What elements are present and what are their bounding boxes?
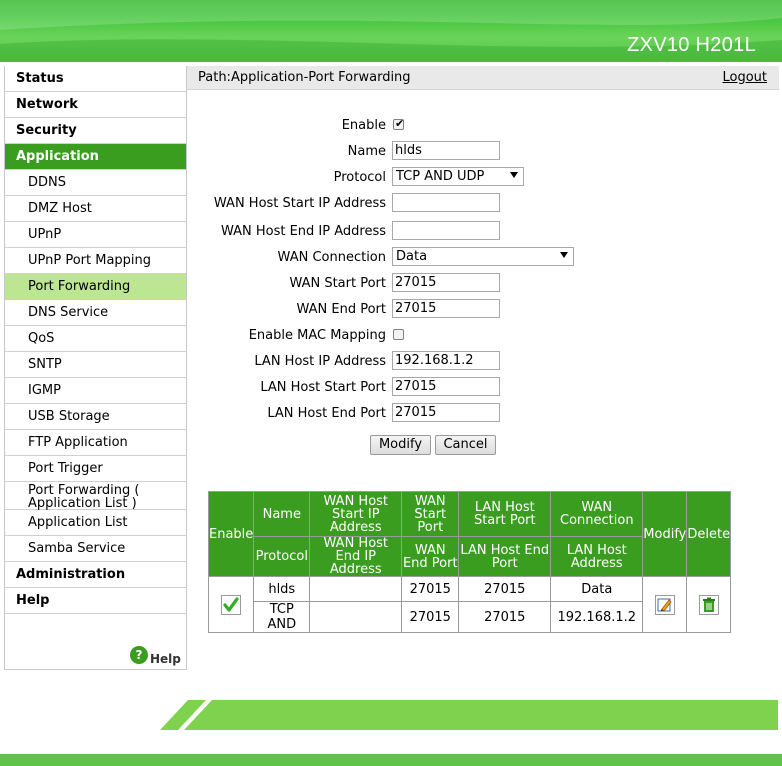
col-header-protocol: Protocol (253, 536, 311, 577)
table-cell-delete (686, 576, 732, 633)
nav-status[interactable]: Status (5, 66, 186, 92)
cancel-button[interactable]: Cancel (435, 435, 496, 455)
help-label: Help (150, 652, 181, 666)
lan-ip-input[interactable]: 192.168.1.2 (392, 351, 500, 370)
table-cell-wan-start-ip (309, 576, 403, 602)
breadcrumb: Path:Application-Port Forwarding (198, 70, 411, 85)
wan-end-ip-input[interactable] (392, 221, 500, 240)
nav-qos[interactable]: QoS (5, 326, 186, 352)
table-row-enable (207, 576, 255, 633)
nav-dmz-host[interactable]: DMZ Host (5, 196, 186, 222)
col-header-lan-start-port: LAN Host Start Port (458, 491, 552, 537)
col-header-lan-ip: LAN Host Address (550, 536, 644, 577)
green-check-icon (221, 594, 242, 615)
nav-help[interactable]: Help (5, 588, 186, 614)
col-header-delete: Delete (686, 491, 732, 577)
chevron-down-icon (560, 252, 568, 258)
modify-button[interactable]: Modify (370, 435, 431, 455)
table-cell-wan-end-ip (309, 601, 403, 633)
bottom-strip (0, 754, 782, 766)
path-bar: Path:Application-Port Forwarding Logout (187, 66, 779, 90)
nav-upnp-port-mapping[interactable]: UPnP Port Mapping (5, 248, 186, 274)
col-header-enable: Enable (207, 491, 255, 577)
nav-port-forwarding-app-list[interactable]: Port Forwarding ( Application List ) (5, 482, 186, 510)
sidebar: Status Network Security Application DDNS… (4, 66, 187, 670)
col-header-wan-start-ip: WAN Host Start IP Address (309, 491, 403, 537)
col-header-wan-start-port: WAN Start Port (401, 491, 460, 537)
nav-ftp-application[interactable]: FTP Application (5, 430, 186, 456)
col-header-wan-connection: WAN Connection (550, 491, 644, 537)
col-header-modify: Modify (642, 491, 688, 577)
table-cell-wan-start-port: 27015 (401, 576, 460, 602)
name-input[interactable]: hlds (392, 141, 500, 160)
lan-end-port-label: LAN Host End Port (267, 406, 386, 421)
checkmark-icon: ✔ (395, 117, 405, 130)
table-cell-wan-connection: Data (550, 576, 644, 602)
wan-end-ip-label: WAN Host End IP Address (220, 224, 386, 239)
nav-application[interactable]: Application (5, 144, 186, 170)
table-cell-lan-start-port: 27015 (458, 576, 552, 602)
header-banner: ZXV10 H201L (0, 0, 782, 62)
col-header-name: Name (253, 491, 311, 537)
wan-connection-select[interactable]: Data (392, 247, 574, 266)
nav-port-forwarding[interactable]: Port Forwarding (5, 274, 186, 300)
pencil-edit-icon[interactable] (654, 594, 675, 615)
protocol-select-value: TCP AND UDP (396, 169, 485, 184)
chevron-down-icon (510, 172, 518, 178)
nav-port-trigger[interactable]: Port Trigger (5, 456, 186, 482)
lan-start-port-label: LAN Host Start Port (260, 380, 386, 395)
help-link[interactable]: ? Help (130, 646, 181, 666)
nav-application-list[interactable]: Application List (5, 510, 186, 536)
lan-end-port-input[interactable]: 27015 (392, 403, 500, 422)
wan-end-port-label: WAN End Port (296, 302, 386, 317)
col-header-lan-end-port: LAN Host End Port (458, 536, 552, 577)
port-forwarding-table: Enable Name WAN Host Start IP Address WA… (207, 491, 732, 633)
footer-decoration (160, 700, 778, 730)
nav-ddns[interactable]: DDNS (5, 170, 186, 196)
table-cell-wan-end-port: 27015 (401, 601, 460, 633)
lan-ip-label: LAN Host IP Address (254, 354, 386, 369)
protocol-select[interactable]: TCP AND UDP (392, 167, 524, 186)
wan-start-port-input[interactable]: 27015 (392, 273, 500, 292)
table-cell-lan-ip: 192.168.1.2 (550, 601, 644, 633)
product-name: ZXV10 H201L (627, 34, 756, 56)
enable-label: Enable (341, 118, 386, 133)
col-header-wan-end-port: WAN End Port (401, 536, 460, 577)
trash-icon[interactable] (698, 594, 719, 615)
nav-igmp[interactable]: IGMP (5, 378, 186, 404)
nav-security[interactable]: Security (5, 118, 186, 144)
wan-start-port-label: WAN Start Port (289, 276, 386, 291)
table-cell-lan-end-port: 27015 (458, 601, 552, 633)
table-cell-modify (642, 576, 688, 633)
nav-usb-storage[interactable]: USB Storage (5, 404, 186, 430)
nav-upnp[interactable]: UPnP (5, 222, 186, 248)
nav-samba-service[interactable]: Samba Service (5, 536, 186, 562)
wan-connection-label: WAN Connection (277, 250, 386, 265)
name-label: Name (347, 144, 386, 159)
mac-mapping-label: Enable MAC Mapping (248, 328, 386, 343)
lan-start-port-input[interactable]: 27015 (392, 377, 500, 396)
nav-port-forwarding-app-list-line2: Application List ) (28, 496, 137, 511)
nav-administration[interactable]: Administration (5, 562, 186, 588)
col-header-wan-end-ip: WAN Host End IP Address (309, 536, 403, 577)
question-icon: ? (130, 646, 148, 664)
table-cell-protocol: TCP AND (253, 601, 311, 633)
wan-start-ip-input[interactable] (392, 193, 500, 212)
mac-mapping-checkbox[interactable] (393, 329, 404, 340)
wan-end-port-input[interactable]: 27015 (392, 299, 500, 318)
wan-connection-select-value: Data (396, 249, 428, 264)
logout-link[interactable]: Logout (722, 70, 767, 85)
nav-network[interactable]: Network (5, 92, 186, 118)
enable-checkbox[interactable]: ✔ (393, 117, 405, 130)
table-cell-name: hlds (253, 576, 311, 602)
protocol-label: Protocol (333, 170, 386, 185)
wan-start-ip-label: WAN Host Start IP Address (213, 196, 386, 211)
nav-dns-service[interactable]: DNS Service (5, 300, 186, 326)
nav-sntp[interactable]: SNTP (5, 352, 186, 378)
